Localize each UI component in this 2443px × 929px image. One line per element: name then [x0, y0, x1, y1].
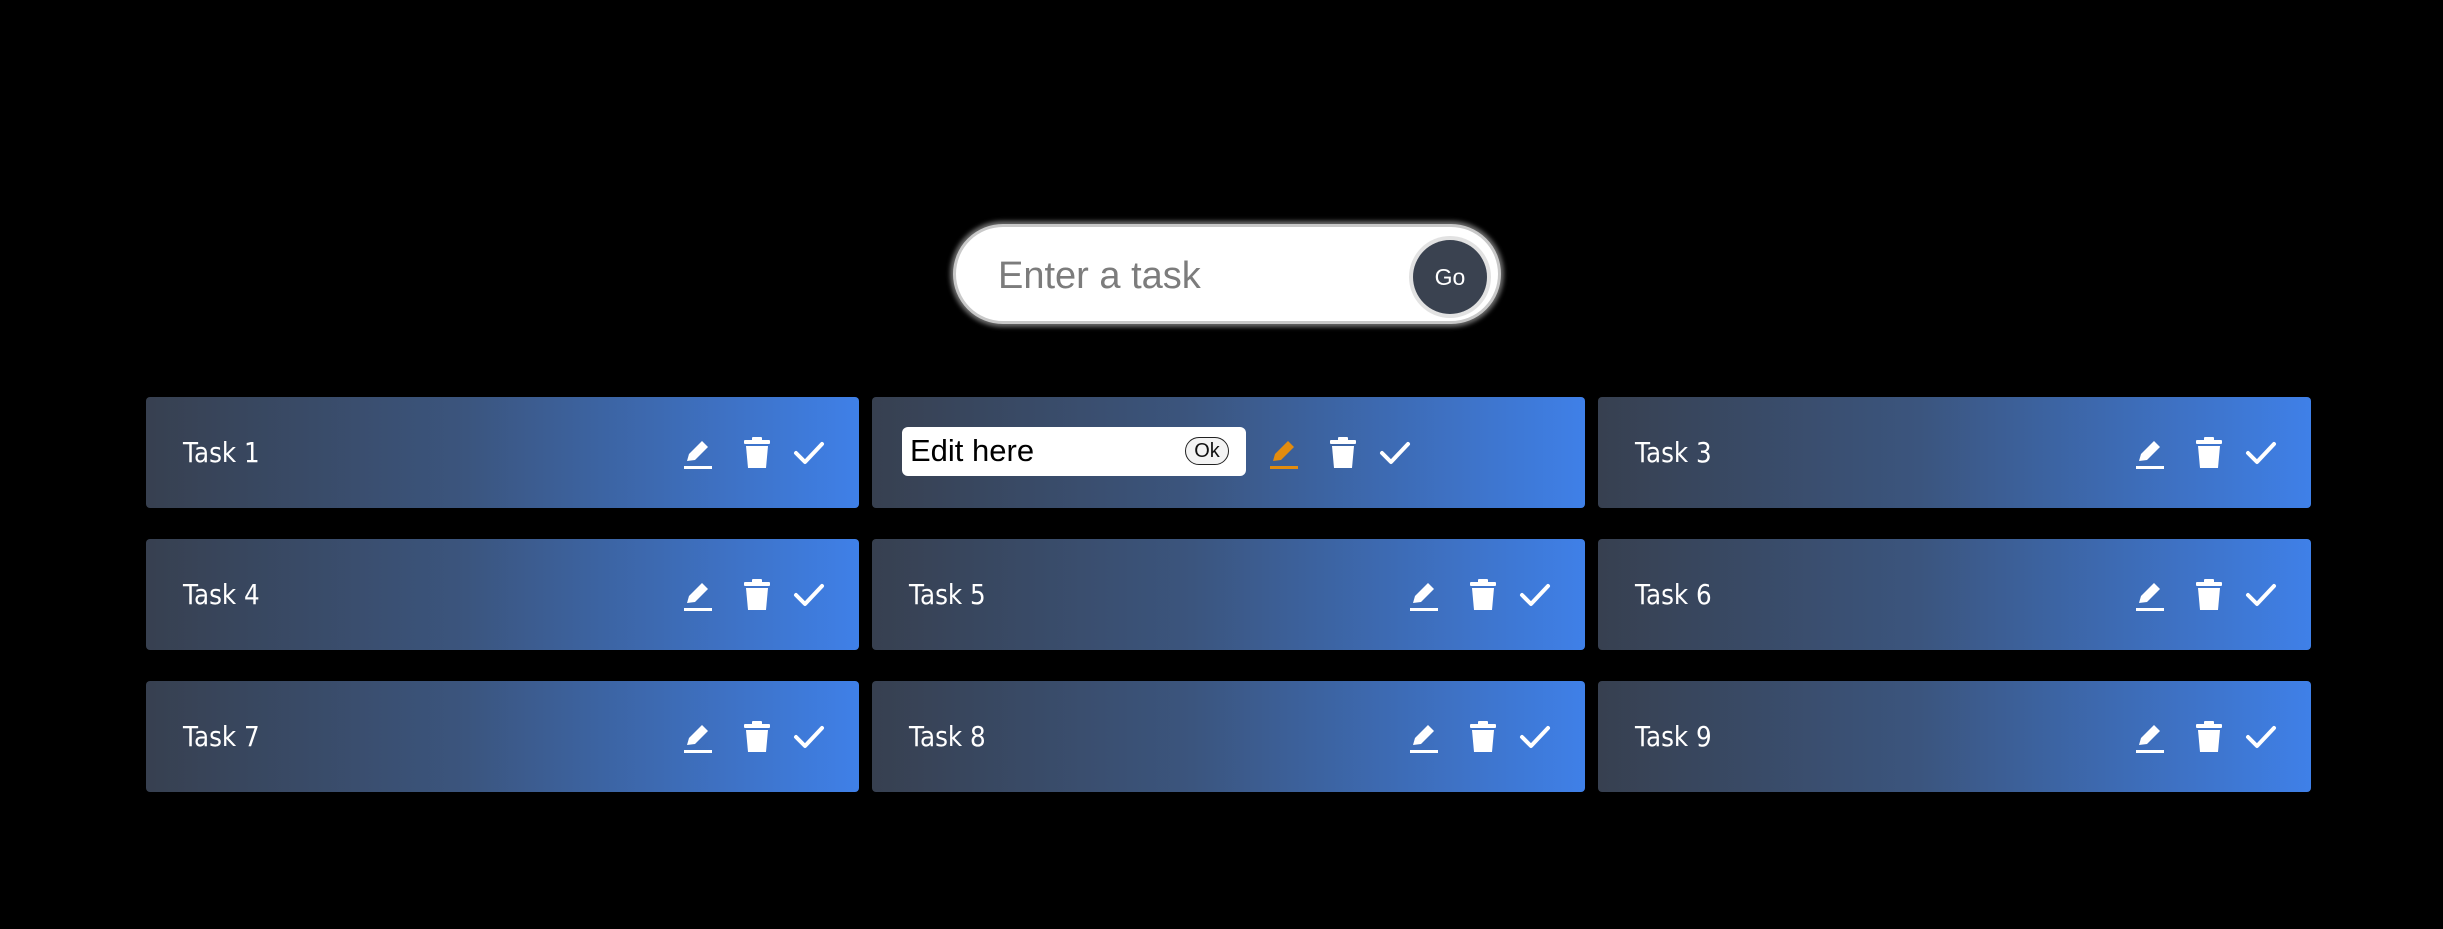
pencil-icon[interactable] — [1265, 435, 1301, 471]
trash-icon[interactable] — [1465, 577, 1501, 613]
task-card: Task 1 — [146, 397, 859, 508]
edit-box: Ok — [902, 427, 1246, 476]
pencil-icon[interactable] — [679, 435, 715, 471]
page-title: Your daily tasks — [0, 18, 2443, 168]
trash-icon[interactable] — [2191, 435, 2227, 471]
task-input-form: Go — [953, 224, 1501, 324]
check-icon[interactable] — [791, 577, 827, 613]
pencil-icon[interactable] — [679, 719, 715, 755]
task-card: Task 3 — [1598, 397, 2311, 508]
trash-icon[interactable] — [739, 577, 775, 613]
pencil-icon[interactable] — [1405, 577, 1441, 613]
app-page: Your daily tasks Go Task 1 Ok — [0, 0, 2443, 929]
task-label: Task 5 — [909, 578, 986, 611]
check-icon[interactable] — [1517, 719, 1553, 755]
pencil-icon[interactable] — [2131, 577, 2167, 613]
check-icon[interactable] — [2243, 719, 2279, 755]
task-card: Task 4 — [146, 539, 859, 650]
check-icon[interactable] — [1377, 435, 1413, 471]
trash-icon[interactable] — [2191, 719, 2227, 755]
pencil-icon[interactable] — [679, 577, 715, 613]
task-label: Task 9 — [1635, 720, 1712, 753]
task-card-editing: Ok — [872, 397, 1585, 508]
task-card: Task 8 — [872, 681, 1585, 792]
trash-icon[interactable] — [739, 435, 775, 471]
pencil-icon[interactable] — [2131, 719, 2167, 755]
trash-icon[interactable] — [2191, 577, 2227, 613]
task-card: Task 5 — [872, 539, 1585, 650]
check-icon[interactable] — [2243, 577, 2279, 613]
check-icon[interactable] — [2243, 435, 2279, 471]
pencil-icon[interactable] — [2131, 435, 2167, 471]
task-label: Task 8 — [909, 720, 986, 753]
check-icon[interactable] — [791, 435, 827, 471]
task-card: Task 6 — [1598, 539, 2311, 650]
pencil-icon[interactable] — [1405, 719, 1441, 755]
check-icon[interactable] — [1517, 577, 1553, 613]
check-icon[interactable] — [791, 719, 827, 755]
task-input[interactable] — [996, 245, 1360, 307]
ok-button[interactable]: Ok — [1185, 437, 1229, 465]
edit-task-input[interactable] — [910, 431, 1170, 471]
task-label: Task 7 — [183, 720, 260, 753]
task-label: Task 3 — [1635, 436, 1712, 469]
go-button[interactable]: Go — [1413, 240, 1487, 314]
task-card: Task 9 — [1598, 681, 2311, 792]
task-label: Task 6 — [1635, 578, 1712, 611]
task-label: Task 4 — [183, 578, 260, 611]
task-card: Task 7 — [146, 681, 859, 792]
trash-icon[interactable] — [1465, 719, 1501, 755]
trash-icon[interactable] — [1325, 435, 1361, 471]
task-label: Task 1 — [183, 436, 260, 469]
page-title-text: Your daily tasks — [814, 24, 1629, 162]
trash-icon[interactable] — [739, 719, 775, 755]
